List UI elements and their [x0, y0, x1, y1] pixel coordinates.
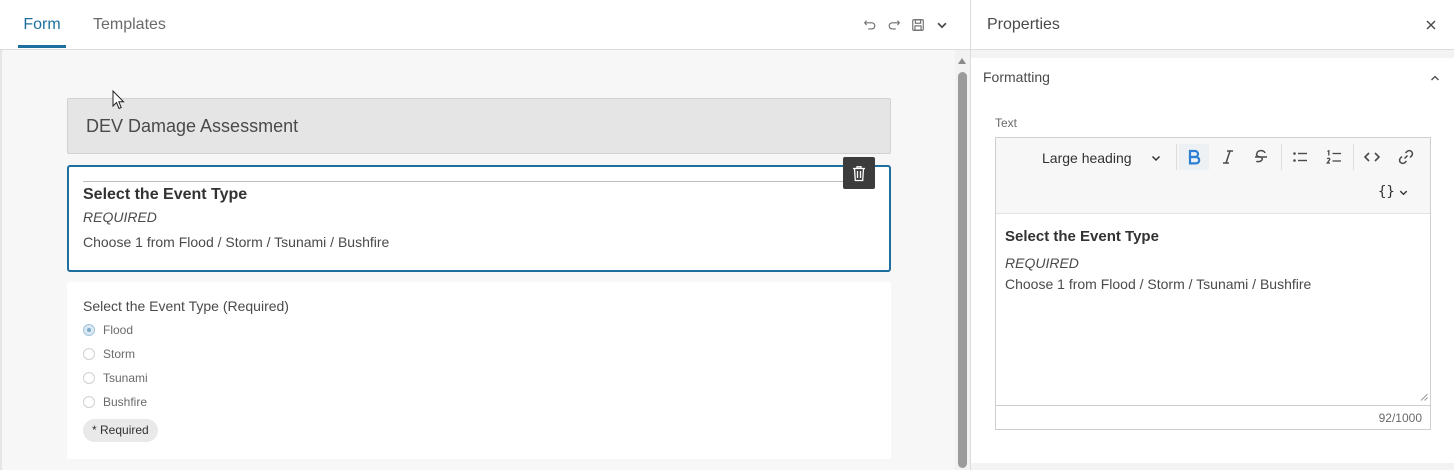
form-tabs-bar: Form Templates	[0, 0, 971, 50]
required-badge: * Required	[83, 419, 158, 442]
rich-text-editor[interactable]: Large heading {} Select the Event Type R…	[995, 137, 1431, 430]
radio-button[interactable]	[83, 348, 95, 360]
chevron-down-icon	[1399, 190, 1408, 195]
redo-icon	[888, 20, 900, 30]
form-title: DEV Damage Assessment	[86, 116, 299, 136]
bulleted-list-icon	[1293, 152, 1307, 162]
editor-heading: Select the Event Type	[1005, 228, 1159, 245]
variable-braces-icon: {}	[1378, 184, 1395, 200]
character-count: 92/1000	[1378, 411, 1422, 425]
element-required-text: REQUIRED	[83, 209, 157, 225]
link-icon	[1398, 149, 1414, 165]
question-card[interactable]: Select the Event Type (Required) Flood S…	[67, 282, 891, 459]
code-icon	[1363, 152, 1381, 162]
redo-button[interactable]	[885, 15, 903, 35]
code-button[interactable]	[1357, 144, 1387, 170]
close-icon[interactable]	[1423, 17, 1439, 33]
numbered-list-button[interactable]	[1319, 144, 1349, 170]
save-options-button[interactable]	[933, 15, 951, 35]
chevron-up-icon[interactable]	[1429, 72, 1441, 84]
undo-button[interactable]	[861, 15, 879, 35]
option-label: Bushfire	[103, 395, 148, 409]
tab-templates[interactable]: Templates	[93, 0, 166, 49]
element-heading: Select the Event Type	[83, 186, 248, 203]
selected-text-element[interactable]: Select the Event Type REQUIRED Choose 1 …	[67, 165, 891, 272]
element-divider	[83, 181, 845, 182]
toolbar-separator	[1176, 144, 1177, 170]
editor-content-area[interactable]: Select the Event Type REQUIRED Choose 1 …	[996, 215, 1430, 405]
properties-panel: Properties Formatting Text Large heading	[971, 0, 1454, 470]
option-bushfire[interactable]: Bushfire	[83, 394, 147, 410]
scroll-thumb[interactable]	[958, 72, 967, 468]
chevron-down-icon	[937, 22, 947, 29]
option-flood[interactable]: Flood	[83, 322, 133, 338]
insert-variable-button[interactable]: {}	[1378, 182, 1409, 202]
mouse-cursor-icon	[112, 90, 125, 110]
chevron-down-icon	[1151, 155, 1160, 162]
text-field-label: Text	[995, 116, 1018, 130]
properties-header: Properties	[971, 0, 1454, 50]
form-builder-pane: Form Templates DEV Damage Assessment Sel…	[0, 0, 971, 470]
editor-description: Choose 1 from Flood / Storm / Tsunami / …	[1005, 276, 1312, 292]
delete-element-button[interactable]	[843, 157, 875, 189]
canvas-scrollbar[interactable]	[955, 50, 970, 470]
link-button[interactable]	[1391, 144, 1421, 170]
formatting-section-title[interactable]: Formatting	[983, 69, 1050, 85]
toolbar-separator	[1281, 144, 1282, 170]
editor-toolbar: Large heading {}	[996, 138, 1430, 214]
bulleted-list-button[interactable]	[1285, 144, 1315, 170]
tab-form[interactable]: Form	[18, 0, 66, 48]
question-label: Select the Event Type (Required)	[83, 298, 289, 314]
italic-button[interactable]	[1213, 144, 1243, 170]
formatting-section: Formatting Text Large heading {} Select …	[971, 58, 1454, 463]
scroll-up-arrow-icon[interactable]	[958, 58, 966, 64]
bold-icon	[1188, 149, 1201, 165]
strikethrough-icon	[1255, 149, 1267, 163]
trash-icon	[853, 165, 865, 181]
radio-button[interactable]	[83, 324, 95, 336]
radio-button[interactable]	[83, 372, 95, 384]
save-icon	[912, 19, 924, 31]
bold-button[interactable]	[1179, 144, 1209, 170]
element-description: Choose 1 from Flood / Storm / Tsunami / …	[83, 234, 390, 250]
heading-style-value: Large heading	[1042, 150, 1132, 166]
option-storm[interactable]: Storm	[83, 346, 135, 362]
form-title-card[interactable]: DEV Damage Assessment	[67, 98, 891, 154]
properties-title: Properties	[987, 16, 1060, 33]
option-label: Tsunami	[103, 371, 148, 385]
editor-required-text: REQUIRED	[1005, 255, 1079, 271]
heading-style-dropdown[interactable]: Large heading	[1042, 148, 1162, 168]
numbered-list-icon	[1326, 149, 1341, 164]
strikethrough-button[interactable]	[1246, 144, 1276, 170]
character-counter: 92/1000	[996, 405, 1430, 429]
option-tsunami[interactable]: Tsunami	[83, 370, 148, 386]
option-label: Flood	[103, 323, 134, 337]
save-button[interactable]	[909, 15, 927, 35]
resize-handle-icon[interactable]	[1420, 393, 1428, 401]
option-label: Storm	[103, 347, 136, 361]
undo-icon	[864, 20, 876, 30]
toolbar-separator	[1353, 144, 1354, 170]
radio-button[interactable]	[83, 396, 95, 408]
italic-icon	[1223, 150, 1233, 164]
